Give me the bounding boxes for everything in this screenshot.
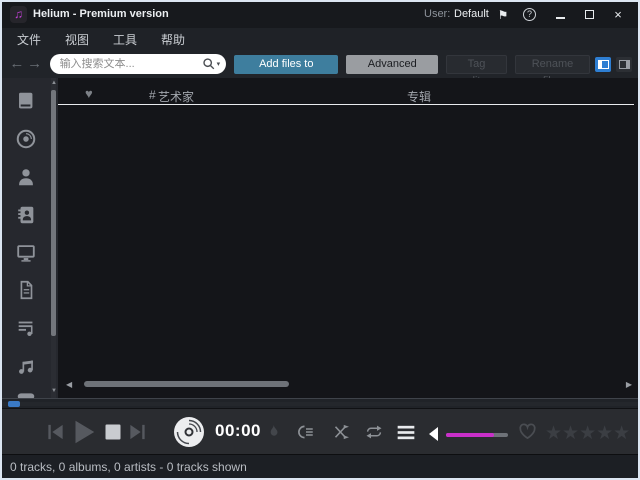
menu-help[interactable]: 帮助: [156, 29, 190, 50]
previous-icon: [46, 422, 65, 442]
seek-track[interactable]: [2, 402, 638, 406]
horizontal-scrollbar-thumb[interactable]: [84, 381, 289, 387]
menu-file[interactable]: 文件: [12, 29, 46, 50]
sidebar-scroll-down-icon[interactable]: ▼: [51, 388, 57, 394]
queue-icon: [296, 423, 316, 441]
repeat-button[interactable]: [364, 423, 384, 441]
seek-bar[interactable]: [2, 398, 638, 408]
menubar: 文件 视图 工具 帮助: [2, 28, 638, 50]
track-list: ♥ # 艺术家 专辑 ◀ ▶: [58, 78, 638, 398]
music-notes-icon: [15, 355, 37, 377]
play-icon: [68, 417, 98, 447]
column-number[interactable]: #: [149, 88, 156, 102]
status-text: 0 tracks, 0 albums, 0 artists - 0 tracks…: [10, 460, 247, 474]
column-album[interactable]: 专辑: [407, 88, 431, 105]
search-icon[interactable]: [202, 57, 216, 71]
user-value[interactable]: Default: [454, 8, 489, 20]
favorite-column-heart-icon[interactable]: ♥: [85, 86, 93, 101]
forward-arrow-icon[interactable]: →: [26, 54, 44, 74]
left-panel-toggle-icon[interactable]: [595, 57, 611, 72]
volume-fill[interactable]: [446, 433, 494, 437]
help-icon[interactable]: ?: [523, 8, 536, 21]
right-panel-toggle-icon[interactable]: [616, 57, 632, 72]
time-display: 00:00: [215, 421, 261, 441]
next-icon: [128, 422, 147, 442]
rating-stars[interactable]: ★★★★★: [545, 422, 630, 445]
speaker-icon: [429, 427, 439, 441]
sidebar-item-artists[interactable]: [13, 164, 39, 190]
repeat-icon: [364, 423, 384, 441]
player-bar: 00:00: [2, 408, 638, 454]
window-title: Helium - Premium version: [33, 8, 169, 20]
play-button[interactable]: [68, 417, 98, 447]
favorite-button[interactable]: [518, 422, 537, 440]
sidebar-item-files[interactable]: [13, 277, 39, 303]
play-queue-button[interactable]: [296, 423, 316, 441]
close-button[interactable]: ×: [609, 6, 627, 24]
minimize-button[interactable]: [551, 9, 569, 27]
titlebar: ♫ Helium - Premium version User: Default…: [2, 2, 638, 28]
artist-person-icon: [15, 166, 37, 188]
contacts-book-icon: [15, 204, 37, 226]
search-box[interactable]: ▾: [50, 54, 227, 74]
sidebar-item-cd[interactable]: [13, 126, 39, 152]
sidebar-item-playlists[interactable]: [13, 315, 39, 341]
search-options-caret-icon[interactable]: ▾: [217, 60, 221, 68]
horizontal-scrollbar[interactable]: ◀ ▶: [66, 378, 632, 390]
menu-tools[interactable]: 工具: [108, 29, 142, 50]
scroll-right-icon[interactable]: ▶: [626, 380, 632, 389]
disc-icon: [172, 415, 206, 449]
sidebar-item-contacts[interactable]: [13, 202, 39, 228]
stop-icon: [104, 423, 122, 441]
volume-slider[interactable]: [446, 433, 508, 437]
scroll-left-icon[interactable]: ◀: [66, 380, 72, 389]
back-arrow-icon[interactable]: ←: [8, 54, 26, 74]
sidebar-scroll-up-icon[interactable]: ▲: [51, 80, 57, 86]
advanced-search-button[interactable]: Advanced search: [346, 55, 438, 74]
next-track-button[interactable]: [128, 422, 147, 442]
sidebar: ▲ ▼: [2, 78, 58, 398]
sidebar-item-computer[interactable]: [13, 240, 39, 266]
seek-thumb[interactable]: [8, 401, 20, 407]
computer-icon: [15, 242, 37, 264]
playlist-menu-button[interactable]: [396, 424, 416, 441]
tag-editor-button: Tag editor: [446, 55, 507, 74]
sidebar-scrollbar-thumb[interactable]: [51, 90, 56, 336]
flag-icon[interactable]: ⚑: [494, 6, 512, 24]
user-label: User:: [424, 8, 450, 20]
rename-files-button: Rename files: [515, 55, 590, 74]
hamburger-menu-icon: [396, 424, 416, 441]
shuffle-button[interactable]: [332, 423, 351, 441]
menu-view[interactable]: 视图: [60, 29, 94, 50]
sidebar-item-library[interactable]: [13, 88, 39, 114]
volume-speaker-icon[interactable]: [429, 427, 439, 441]
shuffle-icon: [332, 423, 351, 441]
previous-track-button[interactable]: [46, 422, 65, 442]
maximize-button[interactable]: [580, 6, 598, 24]
stop-button[interactable]: [104, 423, 122, 441]
cd-disc-icon: [15, 128, 37, 150]
toolbar: ← → ▾ Add files to Library... Advanced s…: [2, 50, 638, 78]
disc-button[interactable]: [172, 415, 206, 449]
hot-tracks-button[interactable]: [265, 422, 282, 441]
table-header: ♥ # 艺术家 专辑: [58, 82, 634, 105]
sidebar-item-tracks[interactable]: [13, 353, 39, 379]
add-files-button[interactable]: Add files to Library...: [234, 55, 338, 74]
heart-outline-icon: [518, 422, 537, 440]
main-area: ▲ ▼ ♥ # 艺术家 专辑 ◀ ▶: [2, 78, 638, 398]
document-icon: [15, 279, 37, 301]
playlist-icon: [15, 317, 37, 339]
app-window: ♫ Helium - Premium version User: Default…: [0, 0, 640, 480]
column-artist[interactable]: 艺术家: [158, 88, 194, 105]
flame-icon: [265, 422, 282, 441]
status-bar: 0 tracks, 0 albums, 0 artists - 0 tracks…: [2, 454, 638, 478]
app-icon: ♫: [10, 6, 27, 23]
search-input[interactable]: [60, 58, 202, 70]
library-book-icon: [15, 90, 37, 112]
